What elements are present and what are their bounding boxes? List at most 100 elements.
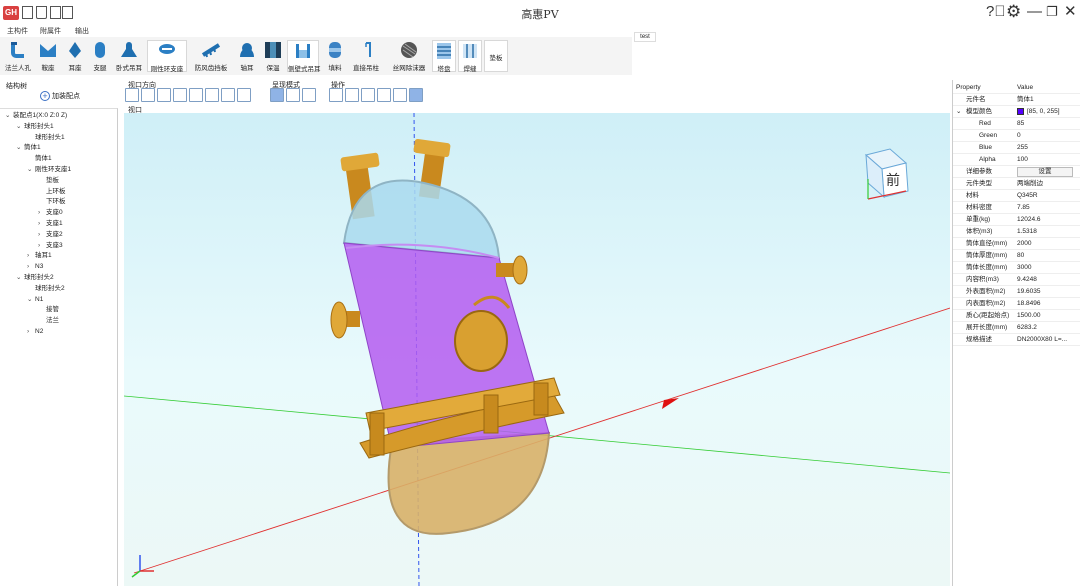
- tree-node[interactable]: › 支座0: [38, 208, 63, 217]
- tree-node[interactable]: 上环板: [38, 187, 66, 196]
- transparent-mode-icon[interactable]: [302, 88, 316, 102]
- chevron-right-icon[interactable]: ›: [27, 327, 35, 336]
- mirror-icon[interactable]: [361, 88, 375, 102]
- property-value[interactable]: 设置: [1017, 166, 1079, 178]
- front-view-icon[interactable]: [141, 88, 155, 102]
- chevron-down-icon[interactable]: ⌄: [16, 273, 24, 282]
- tool-saddle[interactable]: 鞍座: [36, 40, 60, 72]
- tree-node[interactable]: 筒体1: [27, 154, 52, 163]
- menu-output[interactable]: 输出: [75, 26, 89, 37]
- add-node-button[interactable]: + 加装配点: [40, 91, 82, 103]
- chevron-right-icon[interactable]: ›: [27, 251, 35, 260]
- chevron-right-icon[interactable]: ›: [27, 262, 35, 271]
- property-value[interactable]: 255: [1017, 142, 1079, 154]
- 3d-viewport[interactable]: 前: [124, 113, 950, 586]
- tool-lug[interactable]: 耳座: [63, 40, 87, 72]
- tool-davit[interactable]: 直接吊柱: [350, 40, 382, 72]
- tree-node[interactable]: 法兰: [38, 316, 59, 325]
- tree-node[interactable]: ⌄ 球形封头2: [16, 273, 54, 282]
- tool-trunnion[interactable]: 轴耳: [235, 40, 259, 72]
- tree-node[interactable]: 球形封头1: [27, 133, 65, 142]
- tree-node[interactable]: 垫板: [38, 176, 59, 185]
- tool-horizontal-lifting-lug[interactable]: 卧式吊耳: [113, 40, 145, 72]
- tree-node[interactable]: ⌄ N1: [27, 295, 43, 304]
- settings-button[interactable]: 设置: [1017, 167, 1073, 177]
- tree-node[interactable]: ⌄ 装配点1(X:0 Z:0 Z): [5, 111, 67, 120]
- property-value[interactable]: DN2000X80 L=...: [1017, 334, 1079, 346]
- property-value[interactable]: 19.6035: [1017, 286, 1079, 298]
- perspective-cube-icon[interactable]: [237, 88, 251, 102]
- property-value[interactable]: 100: [1017, 154, 1079, 166]
- property-value[interactable]: 0: [1017, 130, 1079, 142]
- vessel-model[interactable]: [124, 113, 950, 586]
- chevron-down-icon[interactable]: ⌄: [27, 165, 35, 174]
- left-view-icon[interactable]: [173, 88, 187, 102]
- tree-node[interactable]: 球形封头2: [27, 284, 65, 293]
- tool-packing[interactable]: 填料: [323, 40, 347, 72]
- chevron-down-icon[interactable]: ⌄: [16, 122, 24, 131]
- property-value[interactable]: 3000: [1017, 262, 1079, 274]
- copy-icon[interactable]: [345, 88, 359, 102]
- bottom-view-icon[interactable]: [221, 88, 235, 102]
- tree-node[interactable]: 接管: [38, 305, 59, 314]
- shaded-mode-icon[interactable]: [270, 88, 284, 102]
- delete-icon[interactable]: [329, 88, 343, 102]
- chevron-down-icon[interactable]: ⌄: [5, 111, 13, 120]
- chevron-right-icon[interactable]: ›: [38, 230, 46, 239]
- property-value[interactable]: 9.4248: [1017, 274, 1079, 286]
- property-value[interactable]: [85, 0, 255]: [1017, 106, 1079, 118]
- visibility-icon[interactable]: [377, 88, 391, 102]
- restore-icon[interactable]: ❐: [1046, 3, 1058, 21]
- measure-icon[interactable]: [393, 88, 407, 102]
- property-value[interactable]: 7.85: [1017, 202, 1079, 214]
- property-value[interactable]: 6283.2: [1017, 322, 1079, 334]
- tool-side-lifting-lug[interactable]: 侧壁式吊耳: [287, 40, 321, 73]
- chevron-right-icon[interactable]: ›: [38, 241, 46, 250]
- tree-node[interactable]: 下环板: [38, 197, 66, 206]
- back-view-icon[interactable]: [157, 88, 171, 102]
- section-icon[interactable]: [409, 88, 423, 102]
- view-cube[interactable]: 前: [856, 141, 916, 203]
- close-icon[interactable]: ✕: [1064, 3, 1077, 21]
- property-value[interactable]: 80: [1017, 250, 1079, 262]
- property-value[interactable]: 18.8496: [1017, 298, 1079, 310]
- wireframe-mode-icon[interactable]: [286, 88, 300, 102]
- tool-support-leg[interactable]: 支腿: [89, 40, 111, 72]
- chevron-down-icon[interactable]: ⌄: [16, 143, 24, 152]
- tool-pad[interactable]: 垫板: [484, 40, 508, 72]
- property-value[interactable]: Q345R: [1017, 190, 1079, 202]
- tree-node[interactable]: ⌄ 刚性环支座1: [27, 165, 71, 174]
- right-view-icon[interactable]: [189, 88, 203, 102]
- tool-rigid-ring-support[interactable]: 刚性环支座: [147, 40, 187, 73]
- structure-tree[interactable]: ⌄ 装配点1(X:0 Z:0 Z) ⌄ 球形封头1 球形封头1 ⌄ 筒体1 筒体1 ⌄ 刚性环支座…: [0, 108, 118, 586]
- minimize-icon[interactable]: —: [1027, 3, 1042, 21]
- menu-main-components[interactable]: 主构件: [7, 26, 28, 37]
- property-value[interactable]: 2000: [1017, 238, 1079, 250]
- tree-node[interactable]: ⌄ 球形封头1: [16, 122, 54, 131]
- tool-weld[interactable]: 焊缝: [458, 40, 482, 73]
- chevron-right-icon[interactable]: ›: [38, 219, 46, 228]
- iso-view-icon[interactable]: [125, 88, 139, 102]
- chevron-right-icon[interactable]: ›: [38, 208, 46, 217]
- property-value[interactable]: 两端削边: [1017, 178, 1079, 190]
- tool-insulation[interactable]: 保温: [261, 40, 285, 72]
- gear-icon[interactable]: ⚙: [1006, 3, 1021, 21]
- property-value[interactable]: 1500.00: [1017, 310, 1079, 322]
- help-icon[interactable]: ?⃝: [986, 3, 1006, 21]
- tool-demister[interactable]: 丝网除沫器: [389, 40, 429, 72]
- property-value[interactable]: 筒体1: [1017, 94, 1079, 106]
- tool-flange-manhole[interactable]: 法兰人孔: [4, 40, 32, 72]
- tool-tray[interactable]: 塔盘: [432, 40, 456, 73]
- top-view-icon[interactable]: [205, 88, 219, 102]
- tree-node[interactable]: › 支座2: [38, 230, 63, 239]
- chevron-down-icon[interactable]: ⌄: [27, 295, 35, 304]
- tree-node[interactable]: › 支座1: [38, 219, 63, 228]
- tree-node[interactable]: › 轴耳1: [27, 251, 52, 260]
- color-swatch[interactable]: [1017, 107, 1024, 115]
- tree-node[interactable]: › N2: [27, 327, 43, 336]
- tree-node[interactable]: ⌄ 筒体1: [16, 143, 41, 152]
- tree-node[interactable]: › 支座3: [38, 241, 63, 250]
- chevron-down-icon[interactable]: ⌄: [956, 106, 961, 118]
- property-value[interactable]: 85: [1017, 118, 1079, 130]
- property-value[interactable]: 12024.6: [1017, 214, 1079, 226]
